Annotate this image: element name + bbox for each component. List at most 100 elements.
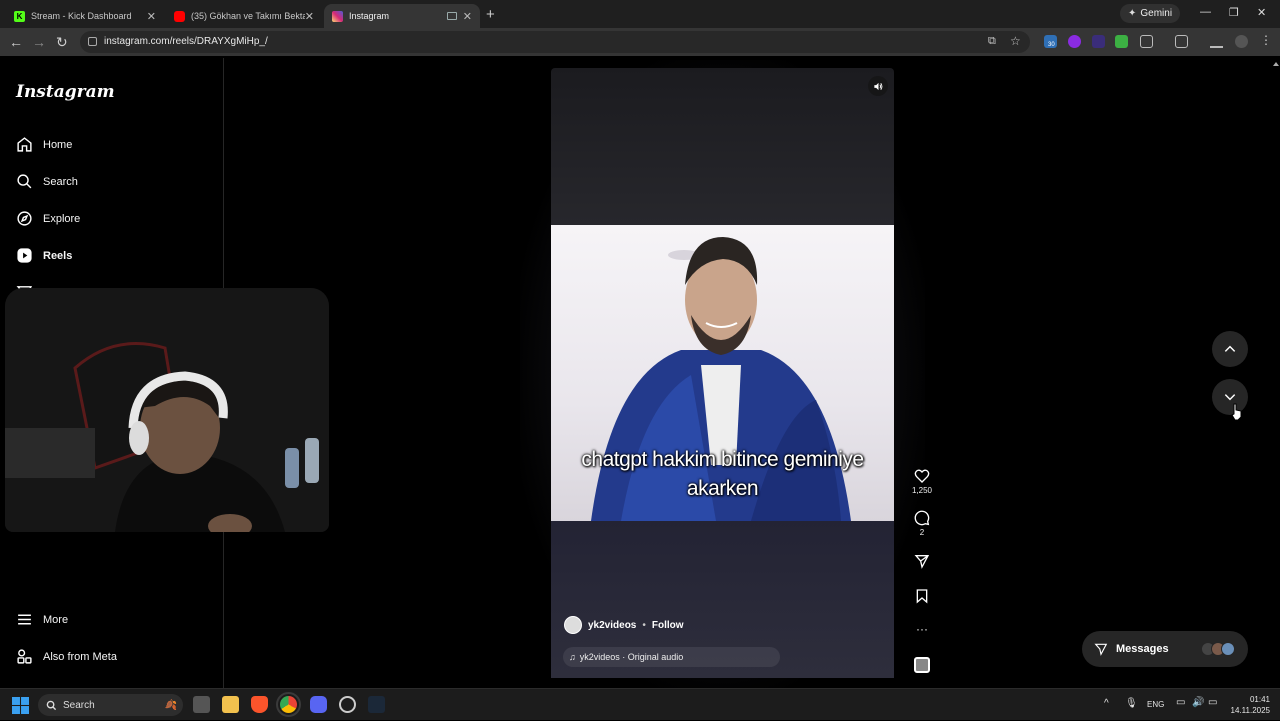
clock-date: 14.11.2025 xyxy=(1230,706,1270,715)
reel-author: yk2videos • Follow xyxy=(564,616,684,634)
audio-thumbnail[interactable] xyxy=(906,657,938,673)
obs-icon[interactable] xyxy=(339,696,356,713)
restore-button[interactable]: ❐ xyxy=(1229,6,1239,19)
author-username[interactable]: yk2videos xyxy=(588,620,636,631)
webcam-overlay xyxy=(5,288,329,532)
browser-toolbar: ← → ↻ instagram.com/reels/DRAYXgMiHp_/ ⧉… xyxy=(0,28,1280,56)
like-button[interactable]: 1,250 xyxy=(906,468,938,495)
extension-icon[interactable] xyxy=(1068,35,1081,48)
close-window-button[interactable]: ✕ xyxy=(1257,6,1266,19)
instagram-logo[interactable]: Instagram xyxy=(16,82,115,102)
author-avatar[interactable] xyxy=(564,616,582,634)
site-info-icon[interactable] xyxy=(88,37,97,46)
volume-icon[interactable]: 🔊 xyxy=(1192,697,1204,708)
webcam-image xyxy=(5,288,329,532)
more-options-button[interactable]: ··· xyxy=(906,622,938,636)
youtube-icon xyxy=(174,10,185,22)
media-controls-icon[interactable] xyxy=(1210,35,1223,48)
tab-instagram[interactable]: Instagram ✕ xyxy=(324,4,480,28)
back-button[interactable]: ← xyxy=(9,34,23,50)
browser-tab-bar: K Stream - Kick Dashboard ✕ (35) Gökhan … xyxy=(0,0,1280,28)
compass-icon xyxy=(16,210,33,227)
extension-icon[interactable] xyxy=(1115,35,1128,48)
audio-toggle-button[interactable] xyxy=(868,76,888,96)
nav-home[interactable]: Home xyxy=(16,136,72,153)
music-note-icon: ♫ xyxy=(569,652,576,662)
forward-button[interactable]: → xyxy=(32,34,46,50)
address-bar[interactable]: instagram.com/reels/DRAYXgMiHp_/ ⧉ ☆ xyxy=(80,31,1030,53)
task-view-icon[interactable] xyxy=(193,696,210,713)
nav-also-from-meta[interactable]: Also from Meta xyxy=(16,648,117,665)
comment-icon xyxy=(914,510,930,526)
meta-grid-icon xyxy=(16,648,33,665)
chevron-up-icon[interactable]: ^ xyxy=(1104,698,1109,709)
windows-taskbar: Search 🍂 ^ 🎙 ENG ▭ 🔊 ▭ 01:41 14.11.2025 xyxy=(0,688,1280,720)
scroll-up-arrow-icon[interactable] xyxy=(1272,60,1280,68)
nav-search[interactable]: Search xyxy=(16,173,78,190)
sparkle-icon: ✦ xyxy=(1128,8,1137,19)
messages-button[interactable]: Messages xyxy=(1082,631,1248,667)
tab-title: (35) Gökhan ve Takımı Bektaşi N xyxy=(191,11,305,21)
tab-youtube[interactable]: (35) Gökhan ve Takımı Bektaşi N ✕ xyxy=(166,4,322,28)
reload-button[interactable]: ↻ xyxy=(56,34,68,51)
gemini-label: Gemini xyxy=(1140,8,1173,19)
menu-icon xyxy=(16,611,33,628)
nav-more[interactable]: More xyxy=(16,611,68,628)
search-highlight-icon: 🍂 xyxy=(164,699,177,711)
minimize-button[interactable]: — xyxy=(1200,6,1211,18)
reel-video[interactable]: chatgpt hakkim bitince geminiye akarken xyxy=(551,225,894,521)
previous-reel-button[interactable] xyxy=(1212,331,1248,367)
side-panel-icon[interactable] xyxy=(1175,35,1188,48)
taskbar-search[interactable]: Search 🍂 xyxy=(38,694,183,716)
avatar xyxy=(1220,642,1235,656)
language-indicator[interactable]: ENG xyxy=(1147,700,1164,709)
nav-reels[interactable]: Reels xyxy=(16,247,72,264)
new-tab-button[interactable]: + xyxy=(486,6,495,23)
gemini-button[interactable]: ✦ Gemini xyxy=(1120,4,1181,23)
follow-button[interactable]: Follow xyxy=(652,620,684,631)
discord-icon[interactable] xyxy=(310,696,327,713)
chevron-down-icon xyxy=(1224,394,1236,401)
like-count: 1,250 xyxy=(911,486,933,495)
reel-top-blur xyxy=(551,68,894,225)
close-tab-icon[interactable]: ✕ xyxy=(463,10,472,23)
file-explorer-icon[interactable] xyxy=(222,696,239,713)
profile-avatar[interactable] xyxy=(1235,35,1248,48)
extensions-puzzle-icon[interactable] xyxy=(1140,35,1153,48)
nav-label: Reels xyxy=(43,249,73,262)
nav-label: Explore xyxy=(43,212,81,225)
close-tab-icon[interactable]: ✕ xyxy=(305,10,314,23)
microphone-icon[interactable]: 🎙 xyxy=(1125,698,1138,709)
bookmark-star-icon[interactable]: ☆ xyxy=(1010,34,1021,48)
screen-share-icon xyxy=(446,12,457,20)
system-clock[interactable]: 01:41 14.11.2025 xyxy=(1226,694,1270,716)
save-button[interactable] xyxy=(906,588,938,606)
page-scrollbar[interactable] xyxy=(1272,58,1280,688)
caption-line: akarken xyxy=(686,477,759,500)
messages-label: Messages xyxy=(1116,643,1169,655)
nav-explore[interactable]: Explore xyxy=(16,210,80,227)
tab-kick-dashboard[interactable]: K Stream - Kick Dashboard ✕ xyxy=(6,4,164,28)
share-button[interactable] xyxy=(906,553,938,571)
windows-start-icon[interactable] xyxy=(12,697,29,714)
comment-button[interactable]: 2 xyxy=(906,510,938,537)
heart-icon xyxy=(914,469,930,483)
brave-icon[interactable] xyxy=(251,696,268,713)
speaker-icon xyxy=(873,82,882,90)
install-app-icon[interactable]: ⧉ xyxy=(988,35,996,48)
url-text[interactable]: instagram.com/reels/DRAYXgMiHp_/ xyxy=(104,36,268,47)
ellipsis-icon: ··· xyxy=(916,622,928,636)
search-icon xyxy=(16,173,33,190)
steam-icon[interactable] xyxy=(368,696,385,713)
extension-icon[interactable] xyxy=(1092,35,1105,48)
chevron-up-icon xyxy=(1224,345,1236,352)
nav-label: Search xyxy=(43,175,78,188)
battery-icon[interactable]: ▭ xyxy=(1208,697,1217,708)
browser-menu-icon[interactable]: ⋮ xyxy=(1260,33,1272,47)
nav-label: Also from Meta xyxy=(43,650,117,663)
chrome-icon[interactable] xyxy=(276,692,301,717)
nav-label: Home xyxy=(43,138,73,151)
close-tab-icon[interactable]: ✕ xyxy=(147,10,156,23)
network-icon[interactable]: ▭ xyxy=(1176,697,1185,708)
original-audio-link[interactable]: ♫ yk2videos · Original audio xyxy=(563,647,780,667)
